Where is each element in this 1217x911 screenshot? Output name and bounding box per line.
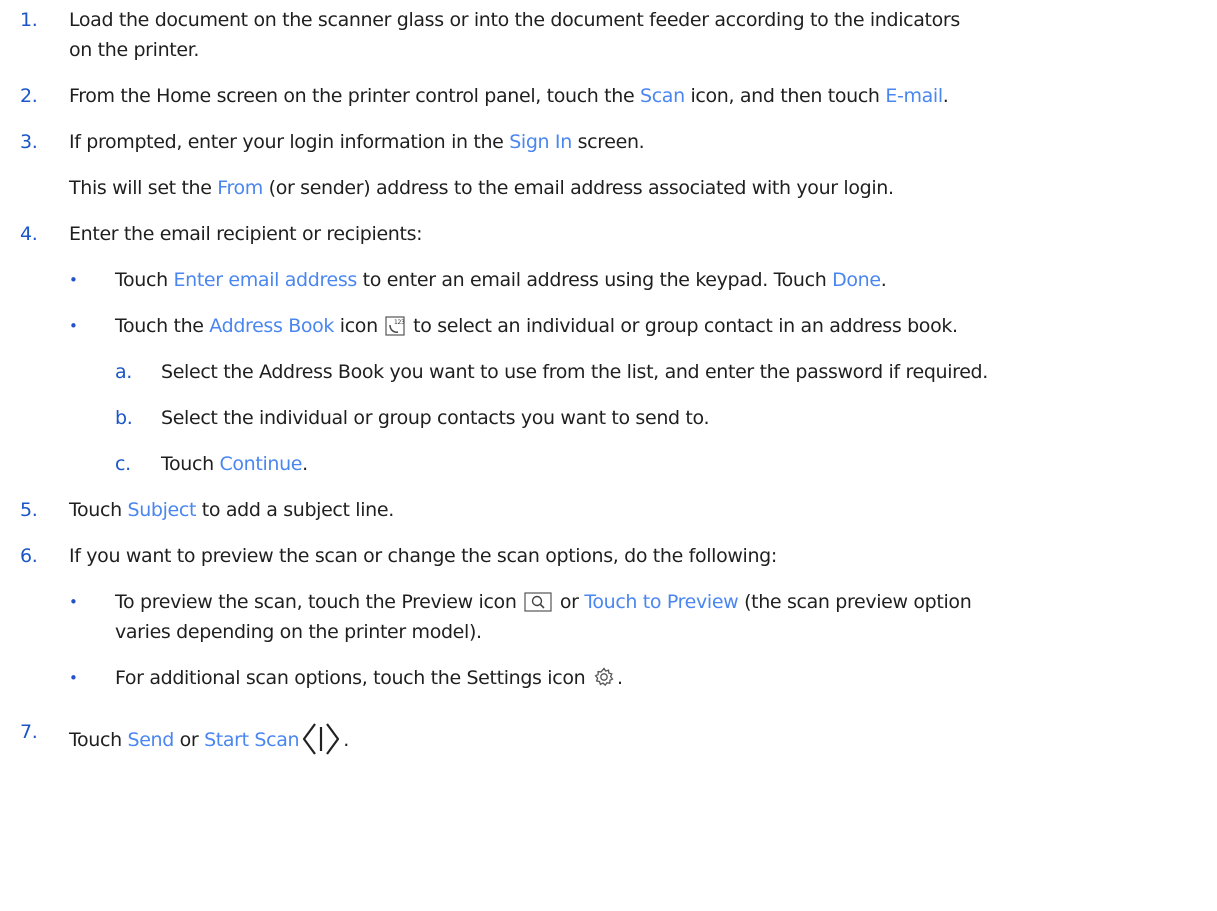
address-book-icon: 123 [385, 316, 406, 342]
substep-c-text: Touch Continue. [161, 453, 308, 475]
step-number: 4. [20, 223, 38, 245]
done-keyword: Done [832, 269, 881, 291]
step-6-bullet-2: For additional scan options, touch the S… [115, 666, 623, 694]
sign-in-keyword: Sign In [509, 131, 572, 153]
bullet: • [69, 271, 78, 289]
step-number: 2. [20, 85, 38, 107]
touch-to-preview-keyword: Touch to Preview [584, 591, 739, 613]
email-keyword: E-mail [885, 85, 943, 107]
from-keyword: From [217, 177, 263, 199]
step-number: 6. [20, 545, 38, 567]
step-2-text: From the Home screen on the printer cont… [69, 85, 949, 107]
start-scan-keyword: Start Scan [204, 729, 300, 751]
step-3-note: This will set the From (or sender) addre… [69, 177, 894, 199]
step-6-text: If you want to preview the scan or chang… [69, 545, 777, 567]
step-4-bullet-1: Touch Enter email address to enter an em… [115, 269, 887, 291]
step-7-text: Touch Send or Start Scan. [69, 720, 349, 764]
substep-b-text: Select the individual or group contacts … [161, 407, 710, 429]
step-4-bullet-2: Touch the Address Book icon 123 to selec… [115, 314, 958, 342]
scan-keyword: Scan [640, 85, 685, 107]
bullet: • [69, 669, 78, 687]
send-keyword: Send [127, 729, 174, 751]
subject-keyword: Subject [127, 499, 197, 521]
step-6-bullet-1: To preview the scan, touch the Preview i… [115, 590, 972, 618]
step-4-text: Enter the email recipient or recipients: [69, 223, 423, 245]
substep-label: a. [115, 361, 132, 383]
preview-icon [524, 592, 552, 618]
settings-icon [593, 666, 615, 694]
step-1-text-cont: on the printer. [69, 39, 200, 61]
step-3-text: If prompted, enter your login informatio… [69, 131, 645, 153]
instructions-document: 1. Load the document on the scanner glas… [0, 0, 1217, 911]
step-number: 3. [20, 131, 38, 153]
substep-a-text: Select the Address Book you want to use … [161, 361, 988, 383]
step-6-bullet-1-cont: varies depending on the printer model). [115, 621, 482, 643]
enter-email-address-keyword: Enter email address [173, 269, 357, 291]
step-number: 7. [20, 721, 38, 743]
svg-text:123: 123 [394, 319, 405, 326]
step-1-text: Load the document on the scanner glass o… [69, 9, 960, 31]
step-5-text: Touch Subject to add a subject line. [69, 499, 394, 521]
continue-keyword: Continue [219, 453, 303, 475]
substep-label: c. [115, 453, 131, 475]
step-number: 5. [20, 499, 38, 521]
bullet: • [69, 317, 78, 335]
substep-label: b. [115, 407, 133, 429]
start-scan-icon [301, 720, 341, 764]
bullet: • [69, 593, 78, 611]
step-number: 1. [20, 9, 38, 31]
address-book-keyword: Address Book [209, 315, 335, 337]
